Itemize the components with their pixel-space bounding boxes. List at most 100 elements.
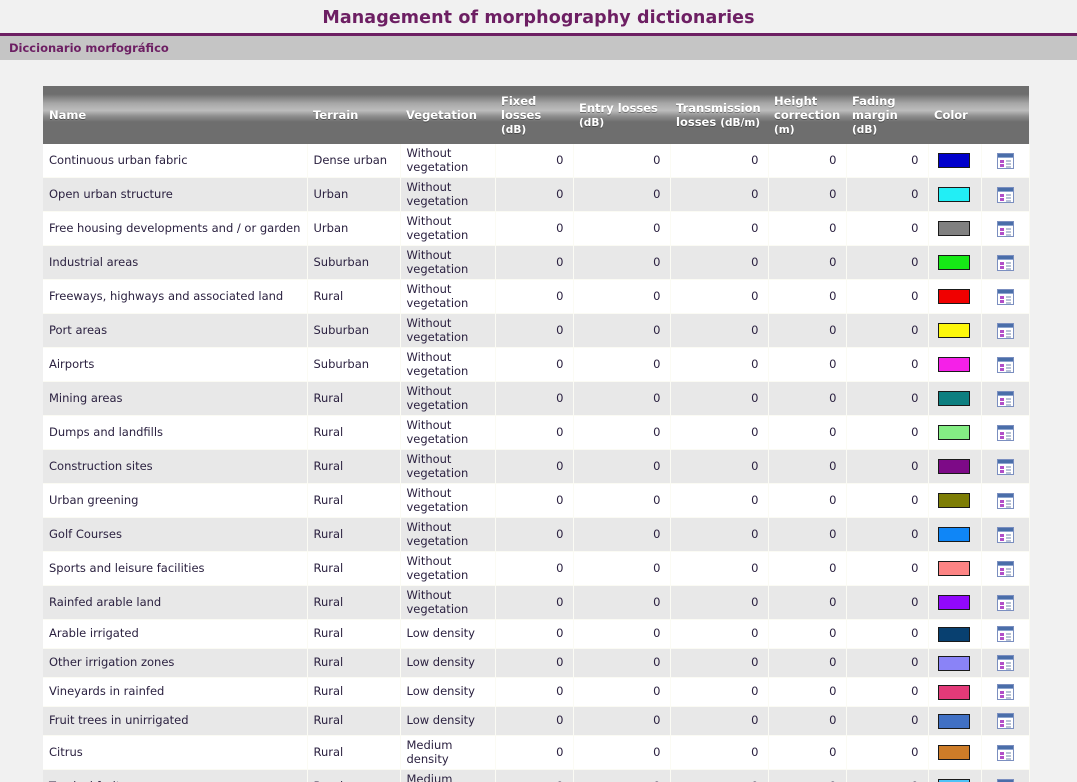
color-swatch[interactable] bbox=[937, 595, 970, 610]
cell-terrain: Rural bbox=[307, 769, 401, 782]
column-header-fading-margin[interactable]: Fading margin (dB) bbox=[846, 86, 928, 144]
edit-form-icon[interactable] bbox=[996, 458, 1014, 475]
color-swatch[interactable] bbox=[937, 323, 970, 338]
column-header-fading-margin-label: Fading margin bbox=[852, 93, 898, 122]
edit-form-icon[interactable] bbox=[996, 424, 1014, 441]
edit-form-icon[interactable] bbox=[996, 560, 1014, 577]
edit-form-icon[interactable] bbox=[996, 713, 1014, 729]
edit-form-icon[interactable] bbox=[996, 492, 1014, 509]
color-swatch[interactable] bbox=[937, 626, 970, 642]
table-row[interactable]: Golf Courses Rural Without vegetation 0 0 0 0 0 bbox=[43, 517, 1030, 552]
cell-actions bbox=[981, 517, 1030, 552]
column-header-terrain[interactable]: Terrain bbox=[307, 86, 400, 144]
edit-form-icon[interactable] bbox=[996, 220, 1014, 237]
column-header-height-correction[interactable]: Height correction (m) bbox=[768, 86, 846, 144]
cell-entry-losses: 0 bbox=[573, 347, 671, 382]
column-header-fixed-losses[interactable]: Fixed losses (dB) bbox=[495, 86, 573, 144]
cell-name: Vineyards in rainfed bbox=[43, 677, 308, 707]
table-row[interactable]: Port areas Suburban Without vegetation 0 0 0 0… bbox=[43, 313, 1030, 348]
table-row[interactable]: Tropical fruitRuralMedium density00000 bbox=[43, 769, 1030, 782]
column-header-entry-losses[interactable]: Entry losses (dB) bbox=[573, 86, 670, 144]
table-row[interactable]: Dumps and landfills Rural Without vegetati… bbox=[43, 415, 1030, 450]
table-row[interactable]: Free housing developments and / or garde… bbox=[43, 211, 1030, 246]
color-swatch[interactable] bbox=[937, 391, 970, 406]
morphography-dictionary-table: Name Terrain Vegetation Fixed losses (dB… bbox=[43, 86, 1030, 782]
table-row[interactable]: Urban greening Rural Without vegetation 0 0 0… bbox=[43, 483, 1030, 518]
color-swatch[interactable] bbox=[937, 713, 970, 729]
table-row[interactable]: Industrial areas Suburban Without vegetati… bbox=[43, 245, 1030, 280]
page-title: Management of morphography dictionaries bbox=[0, 0, 1077, 28]
color-swatch[interactable] bbox=[937, 221, 970, 236]
cell-fixed-losses: 0 bbox=[495, 347, 574, 382]
cell-color bbox=[928, 517, 982, 552]
color-swatch[interactable] bbox=[937, 425, 970, 440]
cell-vegetation: Medium density bbox=[400, 769, 496, 782]
color-swatch[interactable] bbox=[937, 289, 970, 304]
table-row[interactable]: Airports Suburban Without vegetation 0 0 0 0 0 bbox=[43, 347, 1030, 382]
cell-fading-margin: 0 bbox=[846, 706, 929, 736]
cell-terrain: Rural bbox=[307, 706, 401, 736]
color-swatch[interactable] bbox=[937, 561, 970, 576]
edit-form-icon[interactable] bbox=[996, 626, 1014, 642]
column-header-name[interactable]: Name bbox=[43, 86, 307, 144]
table-row[interactable]: Fruit trees in unirrigated Rural Low densi… bbox=[43, 706, 1030, 736]
edit-form-icon[interactable] bbox=[996, 744, 1014, 761]
table-row[interactable]: Open urban structure Urban Without vegetat… bbox=[43, 177, 1030, 212]
color-swatch[interactable] bbox=[937, 187, 970, 202]
table-row[interactable]: Freeways, highways and associated land Ru… bbox=[43, 279, 1030, 314]
cell-color bbox=[928, 211, 982, 246]
cell-fading-margin: 0 bbox=[846, 769, 929, 782]
color-swatch[interactable] bbox=[937, 255, 970, 270]
edit-form-icon[interactable] bbox=[996, 778, 1014, 782]
table-row[interactable]: Continuous urban fabric Dense urban Withou… bbox=[43, 144, 1030, 178]
cell-name: Industrial areas bbox=[43, 245, 308, 280]
cell-actions bbox=[981, 449, 1030, 484]
edit-form-icon[interactable] bbox=[996, 322, 1014, 339]
cell-transmission-losses: 0 bbox=[670, 677, 769, 707]
column-header-color[interactable]: Color bbox=[928, 86, 981, 144]
edit-form-icon[interactable] bbox=[996, 356, 1014, 373]
table-row[interactable]: Vineyards in rainfed Rural Low density 0 0 0 0… bbox=[43, 677, 1030, 707]
cell-height-correction: 0 bbox=[768, 144, 847, 178]
table-row[interactable]: Sports and leisure facilities Rural Withou… bbox=[43, 551, 1030, 586]
tab-diccionario-morfografico[interactable]: Diccionario morfográfico bbox=[0, 36, 169, 60]
column-header-vegetation[interactable]: Vegetation bbox=[400, 86, 495, 144]
table-row[interactable]: Citrus Rural Medium density 0 0 0 0 0 bbox=[43, 735, 1030, 770]
edit-form-icon[interactable] bbox=[996, 152, 1014, 169]
edit-form-icon[interactable] bbox=[996, 186, 1014, 203]
edit-form-icon[interactable] bbox=[996, 526, 1014, 543]
edit-form-icon[interactable] bbox=[996, 655, 1014, 671]
cell-fixed-losses: 0 bbox=[495, 177, 574, 212]
color-swatch[interactable] bbox=[937, 357, 970, 372]
cell-color bbox=[928, 735, 982, 770]
section-tabbar: Diccionario morfográfico bbox=[0, 36, 1077, 60]
cell-fading-margin: 0 bbox=[846, 177, 929, 212]
cell-vegetation: Without vegetation bbox=[400, 279, 496, 314]
column-header-transmission-losses[interactable]: Transmission losses (dB/m) bbox=[670, 86, 768, 144]
edit-form-icon[interactable] bbox=[996, 684, 1014, 700]
cell-vegetation: Without vegetation bbox=[400, 415, 496, 450]
column-header-name-label: Name bbox=[49, 108, 87, 122]
color-swatch[interactable] bbox=[937, 745, 970, 760]
cell-entry-losses: 0 bbox=[573, 551, 671, 586]
color-swatch[interactable] bbox=[937, 684, 970, 700]
column-header-fixed-losses-label: Fixed losses bbox=[501, 93, 542, 122]
table-row[interactable]: Mining areas Rural Without vegetation 0 0 0 0 0 bbox=[43, 381, 1030, 416]
color-swatch[interactable] bbox=[937, 527, 970, 542]
edit-form-icon[interactable] bbox=[996, 288, 1014, 305]
edit-form-icon[interactable] bbox=[996, 254, 1014, 271]
color-swatch[interactable] bbox=[937, 459, 970, 474]
color-swatch[interactable] bbox=[937, 153, 970, 168]
edit-form-icon[interactable] bbox=[996, 594, 1014, 611]
edit-form-icon[interactable] bbox=[996, 390, 1014, 407]
table-row[interactable]: Arable irrigated Rural Low density 0 0 0 0 0 bbox=[43, 619, 1030, 649]
table-row[interactable]: Rainfed arable land Rural Without vegetati… bbox=[43, 585, 1030, 620]
cell-name: Urban greening bbox=[43, 483, 308, 518]
color-swatch[interactable] bbox=[937, 655, 970, 671]
cell-terrain: Rural bbox=[307, 381, 401, 416]
color-swatch[interactable] bbox=[937, 493, 970, 508]
cell-fixed-losses: 0 bbox=[495, 517, 574, 552]
table-row[interactable]: Other irrigation zones Rural Low density 0 0… bbox=[43, 648, 1030, 678]
cell-height-correction: 0 bbox=[768, 415, 847, 450]
table-row[interactable]: Construction sites Rural Without vegetatio… bbox=[43, 449, 1030, 484]
